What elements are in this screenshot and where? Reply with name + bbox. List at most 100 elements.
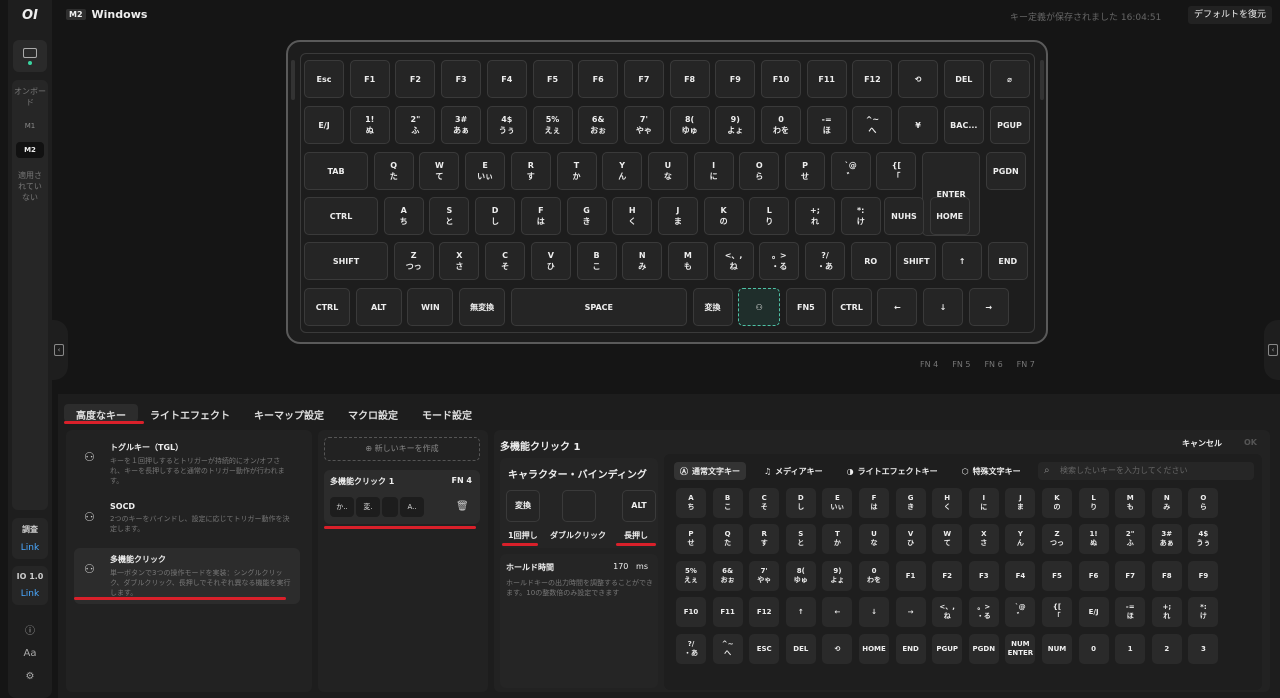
key-i[interactable]: Iに xyxy=(693,152,734,190)
palette-key-e[interactable]: E いぃ xyxy=(822,488,853,518)
key-¥[interactable]: ¥ xyxy=(898,106,939,144)
palette-key-esc[interactable]: ESC xyxy=(749,634,780,664)
key-a[interactable]: Aち xyxy=(383,197,424,235)
key-^~[interactable]: ^~ へ xyxy=(852,106,893,144)
key-t[interactable]: Tか xyxy=(556,152,597,190)
calibration-link[interactable]: Link xyxy=(12,543,48,553)
palette-key-0[interactable]: 0 xyxy=(1078,634,1109,664)
key-変換[interactable]: 変換 xyxy=(692,288,733,326)
key-j[interactable]: Jま xyxy=(657,197,698,235)
key-g[interactable]: Gき xyxy=(566,197,607,235)
key-f6[interactable]: F6 xyxy=(578,60,619,98)
key-tab[interactable]: TAB xyxy=(304,152,368,190)
palette-key-r[interactable]: Rす xyxy=(749,524,780,554)
palette-key-e/j[interactable]: E/J xyxy=(1078,597,1109,627)
fn-layer-7[interactable]: FN 7 xyxy=(1017,360,1035,369)
tab-advanced-keys[interactable]: 高度なキー xyxy=(64,404,138,422)
double-click-slot[interactable] xyxy=(562,490,596,522)
trash-icon[interactable]: 🗑 xyxy=(456,501,469,512)
key-q[interactable]: Qた xyxy=(373,152,414,190)
palette-key-5%[interactable]: 5% えぇ xyxy=(676,561,706,591)
palette-key-o[interactable]: Oら xyxy=(1188,488,1219,518)
cancel-button[interactable]: キャンセル xyxy=(1182,438,1222,449)
palette-key-pgup[interactable]: PGUP xyxy=(932,634,963,664)
palette-key-↑[interactable]: ↑ xyxy=(785,597,816,627)
key-f2[interactable]: F2 xyxy=(395,60,436,98)
key-ctrl[interactable]: CTRL xyxy=(304,197,378,235)
profile-m1[interactable]: M1 xyxy=(12,118,48,134)
palette-key-q[interactable]: Qた xyxy=(712,524,743,554)
palette-key-7'[interactable]: 7' やゃ xyxy=(749,561,780,591)
key-bac...[interactable]: BAC... xyxy=(943,106,984,144)
profile-m2[interactable]: M2 xyxy=(16,142,44,158)
key-esc[interactable]: Esc xyxy=(304,60,344,98)
key-alt[interactable]: ALT xyxy=(355,288,402,326)
key-pgdn[interactable]: PGDN xyxy=(985,152,1026,190)
key-p[interactable]: Pせ xyxy=(785,152,825,190)
long-press-slot[interactable]: ALT xyxy=(622,490,656,522)
palette-key-h[interactable]: Hく xyxy=(932,488,963,518)
palette-key-f5[interactable]: F5 xyxy=(1042,561,1072,591)
key-←[interactable]: ← xyxy=(877,288,918,326)
palette-key-j[interactable]: Jま xyxy=(1005,488,1036,518)
tab-normal-keys[interactable]: Ⓐ 通常文字キー xyxy=(674,462,746,480)
palette-key-4$[interactable]: 4$ うぅ xyxy=(1188,524,1219,554)
palette-key-f2[interactable]: F2 xyxy=(932,561,963,591)
tab-mode[interactable]: モード設定 xyxy=(410,404,484,422)
key-w[interactable]: Wて xyxy=(419,152,460,190)
palette-key-k[interactable]: Kの xyxy=(1042,488,1072,518)
key-pgup[interactable]: PGUP xyxy=(989,106,1030,144)
key-⟲[interactable]: ⟲ xyxy=(898,60,939,98)
gear-icon[interactable]: ⚙ xyxy=(26,671,35,682)
palette-key-1![interactable]: 1! ぬ xyxy=(1078,524,1109,554)
key-↓[interactable]: ↓ xyxy=(923,288,963,326)
palette-key-f11[interactable]: F11 xyxy=(712,597,743,627)
key-f11[interactable]: F11 xyxy=(806,60,847,98)
palette-key-b[interactable]: Bこ xyxy=(712,488,743,518)
key-home[interactable]: HOME xyxy=(929,197,970,235)
key-3#[interactable]: 3# あぁ xyxy=(441,106,482,144)
new-key-button[interactable]: ⊕ 新しいキーを作成 xyxy=(324,437,480,461)
key-c[interactable]: Cそ xyxy=(485,242,526,280)
palette-key-i[interactable]: Iに xyxy=(968,488,999,518)
key-f12[interactable]: F12 xyxy=(852,60,893,98)
key-9)[interactable]: 9) よょ xyxy=(715,106,756,144)
key-ro[interactable]: RO xyxy=(850,242,891,280)
key-7'[interactable]: 7' やゃ xyxy=(623,106,664,144)
key-win[interactable]: WIN xyxy=(407,288,454,326)
key-f7[interactable]: F7 xyxy=(623,60,664,98)
palette-key-del[interactable]: DEL xyxy=(785,634,816,664)
restore-default-button[interactable]: デフォルトを復元 xyxy=(1188,6,1272,24)
key-shift[interactable]: SHIFT xyxy=(304,242,388,280)
font-icon[interactable]: Aa xyxy=(24,648,37,659)
key-⌀[interactable]: ⌀ xyxy=(989,60,1030,98)
palette-key-3#[interactable]: 3# あぁ xyxy=(1151,524,1182,554)
key-f5[interactable]: F5 xyxy=(532,60,573,98)
collapse-left-icon[interactable]: ‹ xyxy=(54,344,64,356)
key-o[interactable]: Oら xyxy=(739,152,780,190)
palette-key-{[[interactable]: {[「 xyxy=(1042,597,1072,627)
palette-key-↓[interactable]: ↓ xyxy=(859,597,889,627)
key-0[interactable]: 0 わを xyxy=(761,106,801,144)
key-f9[interactable]: F9 xyxy=(715,60,756,98)
palette-key-f9[interactable]: F9 xyxy=(1188,561,1219,591)
key-6&[interactable]: 6& おぉ xyxy=(578,106,619,144)
key-x[interactable]: Xさ xyxy=(439,242,480,280)
palette-key-u[interactable]: Uな xyxy=(859,524,889,554)
key-u[interactable]: Uな xyxy=(647,152,688,190)
palette-key-f7[interactable]: F7 xyxy=(1115,561,1146,591)
palette-key-f12[interactable]: F12 xyxy=(749,597,780,627)
key-s[interactable]: Sと xyxy=(429,197,470,235)
key-search-input[interactable]: ⌕ 検索したいキーを入力してください xyxy=(1038,462,1254,480)
key-r[interactable]: Rす xyxy=(510,152,551,190)
device-button[interactable] xyxy=(13,40,47,72)
palette-key-<、,[interactable]: <、, ね xyxy=(932,597,963,627)
key-space[interactable]: SPACE xyxy=(510,288,687,326)
key-e/j[interactable]: E/J xyxy=(304,106,344,144)
palette-key-。>[interactable]: 。> ・る xyxy=(968,597,999,627)
key-l[interactable]: Lり xyxy=(749,197,790,235)
key-m[interactable]: Mも xyxy=(667,242,708,280)
key-+;[interactable]: +; れ xyxy=(795,197,835,235)
palette-key-←[interactable]: ← xyxy=(822,597,853,627)
palette-key-2"[interactable]: 2" ふ xyxy=(1115,524,1146,554)
